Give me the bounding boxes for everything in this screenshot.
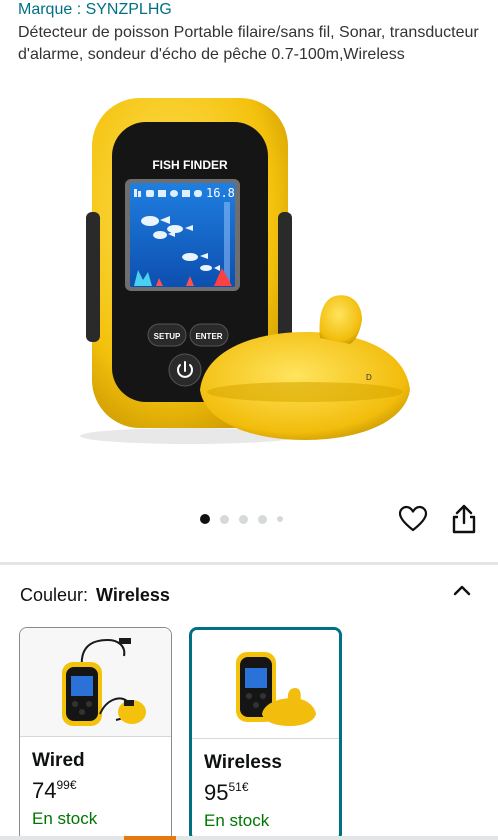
setup-button-label: SETUP — [154, 332, 181, 341]
gallery-dot[interactable] — [258, 514, 267, 524]
product-image-gallery[interactable]: FISH FINDER 16.8 SETUP ENTER D — [0, 92, 498, 502]
variation-option-price: 9551€ — [204, 780, 249, 805]
variation-option-wireless[interactable]: Wireless 9551€ En stock — [189, 627, 342, 840]
variation-option-availability: En stock — [32, 809, 98, 828]
gallery-dot[interactable] — [239, 514, 248, 524]
variation-option-wired[interactable]: Wired 7499€ En stock — [19, 627, 172, 840]
bottom-bar — [0, 836, 498, 840]
device-label: FISH FINDER — [152, 158, 228, 172]
variation-thumbnail — [192, 630, 339, 738]
gallery-dot[interactable] — [220, 514, 229, 524]
variation-label: Couleur: — [20, 585, 89, 605]
variation-header: Couleur: Wireless — [20, 584, 170, 606]
chevron-up-icon[interactable] — [452, 582, 472, 598]
share-icon[interactable] — [450, 503, 478, 535]
section-divider — [0, 562, 498, 565]
variation-option-availability: En stock — [204, 811, 270, 830]
variation-option-name: Wireless — [204, 752, 282, 773]
variation-option-price: 7499€ — [32, 778, 77, 803]
product-title: Détecteur de poisson Portable filaire/sa… — [18, 24, 479, 63]
gallery-dot[interactable] — [277, 516, 283, 522]
brand-link[interactable]: Marque : SYNZPLHG — [18, 0, 172, 20]
gallery-dot-active[interactable] — [200, 514, 210, 524]
product-image: FISH FINDER 16.8 SETUP ENTER D — [80, 98, 410, 444]
variation-option-name: Wired — [32, 750, 85, 771]
enter-button-label: ENTER — [195, 332, 222, 341]
sensor-label: D — [366, 373, 372, 382]
variation-thumbnail — [20, 628, 171, 736]
variation-selected-value: Wireless — [96, 585, 170, 605]
gallery-pagination — [200, 514, 283, 524]
depth-reading: 16.8 — [206, 186, 235, 200]
heart-icon[interactable] — [398, 505, 428, 533]
